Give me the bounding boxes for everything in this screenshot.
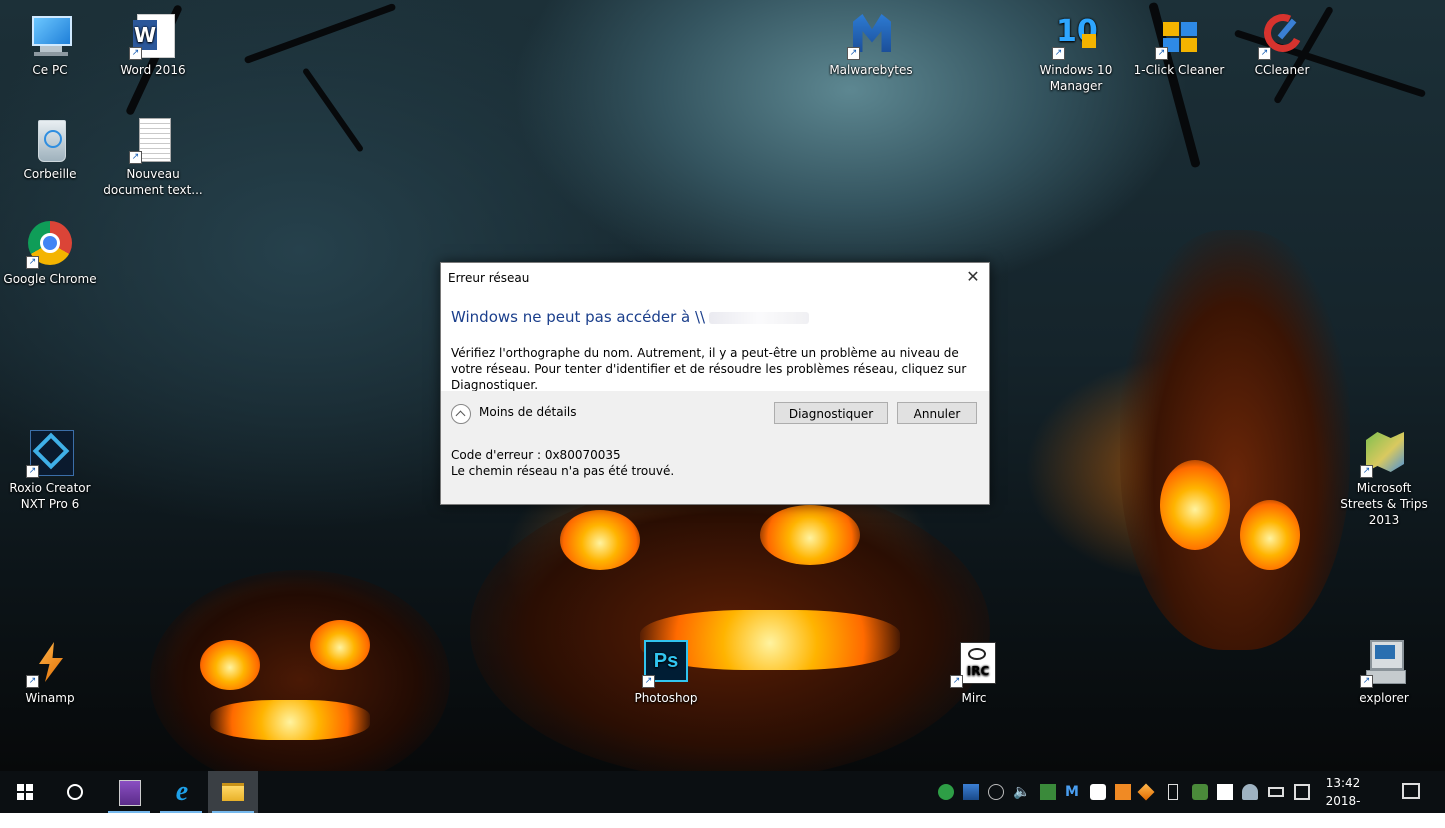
taskbar: e 🔈 M 13:42 2018-10-07 <box>0 771 1445 826</box>
pumpkin-eye <box>310 620 370 670</box>
battery-icon[interactable] <box>1268 787 1284 797</box>
desktop-icon-word[interactable]: W ↗ Word 2016 <box>103 12 203 78</box>
onedrive-icon[interactable] <box>1242 784 1258 800</box>
pumpkin-eye <box>760 505 860 565</box>
tree-branch <box>301 67 365 153</box>
taskbar-app-file-explorer[interactable] <box>208 771 258 813</box>
windows10-manager-icon: 10 ↗ <box>1052 12 1100 60</box>
computer-icon <box>26 12 74 60</box>
tray-icon-satellite[interactable] <box>988 784 1004 800</box>
desktop-icon-corbeille[interactable]: Corbeille <box>0 116 100 182</box>
clock-date: 2018-10-07 <box>1325 794 1361 826</box>
dialog-footer: Moins de détails Diagnostiquer Annuler C… <box>441 391 989 504</box>
tray-icon-orange[interactable] <box>1115 784 1131 800</box>
desktop-icon-mirc[interactable]: IRC ↗ Mirc <box>924 640 1024 706</box>
ccleaner-icon: ↗ <box>1258 8 1308 60</box>
taskbar-clock[interactable]: 13:42 2018-10-07 <box>1318 774 1368 828</box>
error-message: Le chemin réseau n'a pas été trouvé. <box>451 464 675 478</box>
desktop-icon-nouveau-document[interactable]: ↗ Nouveau document text... <box>103 116 203 198</box>
diagnose-button[interactable]: Diagnostiquer <box>774 402 888 424</box>
volume-icon[interactable]: 🔈 <box>1013 784 1030 800</box>
network-icon[interactable] <box>1294 784 1310 800</box>
desktop-icon-windows10-manager[interactable]: 10 ↗ Windows 10 Manager <box>1026 12 1126 94</box>
recycle-bin-icon <box>26 116 74 164</box>
desktop-icon-malwarebytes[interactable]: ↗ Malwarebytes <box>821 12 921 78</box>
internet-explorer-icon: e <box>175 776 189 807</box>
text-document-icon: ↗ <box>129 116 177 164</box>
desktop-background: Ce PC W ↗ Word 2016 Corbeille ↗ Nouveau … <box>0 0 1445 771</box>
desktop-icon-photoshop[interactable]: Ps ↗ Photoshop <box>616 640 716 706</box>
chevron-up-icon[interactable] <box>451 404 471 424</box>
windows-logo-icon <box>17 784 33 800</box>
1click-cleaner-icon: ↗ <box>1155 12 1203 60</box>
computer-icon: ↗ <box>1360 640 1408 688</box>
word-icon: W ↗ <box>129 12 177 60</box>
winamp-tray-icon[interactable] <box>1137 783 1155 801</box>
desktop-icon-ccleaner[interactable]: ↗ CCleaner <box>1232 8 1332 78</box>
dialog-titlebar[interactable]: Erreur réseau ✕ <box>441 263 989 293</box>
pumpkin-eye <box>1240 500 1300 570</box>
mirc-icon: IRC ↗ <box>950 640 998 688</box>
roxio-icon: ↗ <box>26 430 74 478</box>
taskbar-app-internet-explorer[interactable]: e <box>156 771 206 813</box>
cortana-circle-icon <box>67 784 83 800</box>
shield-icon[interactable] <box>1090 784 1106 800</box>
desktop-icon-1click-cleaner[interactable]: ↗ 1-Click Cleaner <box>1129 12 1229 78</box>
tray-icon-green-2[interactable] <box>1192 784 1208 800</box>
desktop-icon-ce-pc[interactable]: Ce PC <box>0 12 100 78</box>
pumpkin-mouth <box>210 700 370 740</box>
tray-icon-wordpress[interactable] <box>938 784 954 800</box>
desktop-icon-chrome[interactable]: ↗ Google Chrome <box>0 221 100 287</box>
cancel-button[interactable]: Annuler <box>897 402 977 424</box>
dialog-message: Vérifiez l'orthographe du nom. Autrement… <box>451 346 967 392</box>
close-icon[interactable]: ✕ <box>965 269 981 285</box>
folder-icon <box>222 783 244 801</box>
desktop-icon-explorer[interactable]: ↗ explorer <box>1334 640 1434 706</box>
tray-icon-green[interactable] <box>1040 784 1056 800</box>
notification-center-icon[interactable] <box>1402 783 1420 799</box>
malwarebytes-tray-icon[interactable]: M <box>1065 784 1081 800</box>
network-error-dialog: Erreur réseau ✕ Windows ne peut pas accé… <box>440 262 990 505</box>
desktop-icon-roxio[interactable]: ↗ Roxio Creator NXT Pro 6 <box>0 430 100 512</box>
dialog-heading: Windows ne peut pas accéder à \\ <box>451 308 810 326</box>
malwarebytes-icon: ↗ <box>847 12 895 60</box>
taskbar-app-winrar[interactable] <box>104 771 154 813</box>
tray-icon-network-monitor[interactable] <box>963 784 979 800</box>
usb-icon[interactable] <box>1168 784 1178 800</box>
desktop-icon-winamp[interactable]: ↗ Winamp <box>0 640 100 706</box>
pumpkin-eye <box>560 510 640 570</box>
error-code: Code d'erreur : 0x80070035 <box>451 448 621 462</box>
pumpkin-left <box>150 570 450 771</box>
archive-icon <box>119 780 141 806</box>
less-details-toggle[interactable]: Moins de détails <box>479 405 577 419</box>
redacted-path <box>709 311 810 324</box>
clock-time: 13:42 <box>1325 776 1361 790</box>
desktop-icon-ms-streets-trips[interactable]: ↗ Microsoft Streets & Trips 2013 <box>1334 430 1434 528</box>
map-icon: ↗ <box>1360 430 1408 478</box>
chrome-icon: ↗ <box>26 221 74 269</box>
tray-icon-grid[interactable] <box>1217 784 1233 800</box>
winamp-icon: ↗ <box>26 640 74 688</box>
cortana-button[interactable] <box>50 771 100 813</box>
photoshop-icon: Ps ↗ <box>642 640 690 688</box>
start-button[interactable] <box>0 771 50 813</box>
error-details: Code d'erreur : 0x80070035 Le chemin rés… <box>451 447 674 479</box>
pumpkin-eye <box>1160 460 1230 550</box>
dialog-title: Erreur réseau <box>448 271 530 285</box>
pumpkin-eye <box>200 640 260 690</box>
pumpkin-right <box>1120 230 1350 650</box>
tree-branch <box>243 2 397 65</box>
